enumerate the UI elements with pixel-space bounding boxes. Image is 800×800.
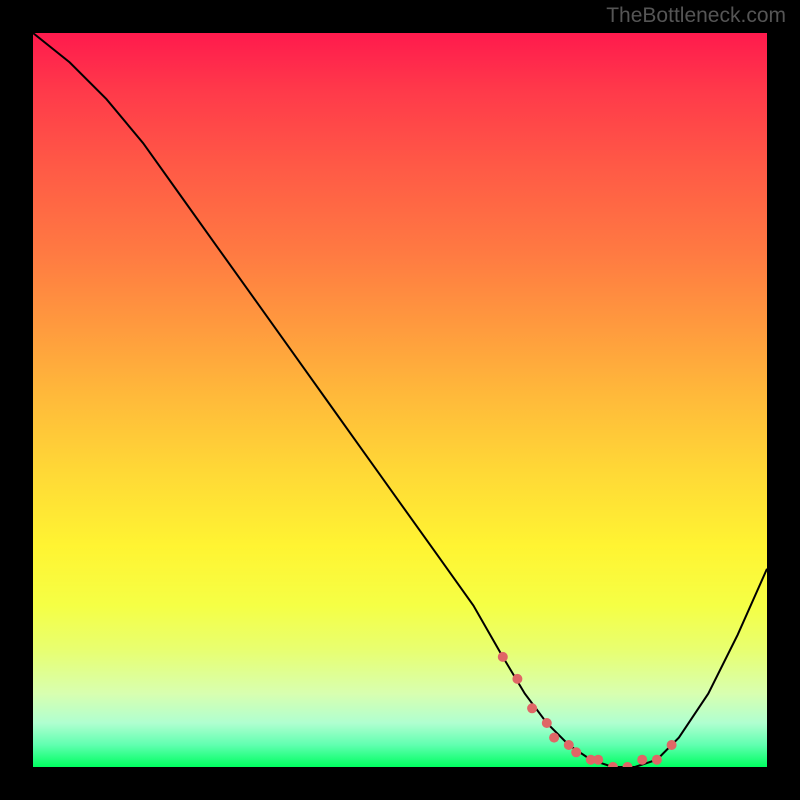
dot-marker [593,755,603,765]
dot-marker [571,747,581,757]
dot-marker [637,755,647,765]
watermark-text: TheBottleneck.com [606,4,786,28]
dot-marker [549,733,559,743]
dotted-overlay [498,652,677,767]
dot-marker [564,740,574,750]
dot-marker [652,755,662,765]
plot-area [33,33,767,767]
dot-marker [527,703,537,713]
dot-marker [667,740,677,750]
dot-marker [608,762,618,767]
dot-marker [498,652,508,662]
dot-marker [623,762,633,767]
dot-marker [512,674,522,684]
chart-svg [33,33,767,767]
dot-marker [542,718,552,728]
main-curve [33,33,767,767]
